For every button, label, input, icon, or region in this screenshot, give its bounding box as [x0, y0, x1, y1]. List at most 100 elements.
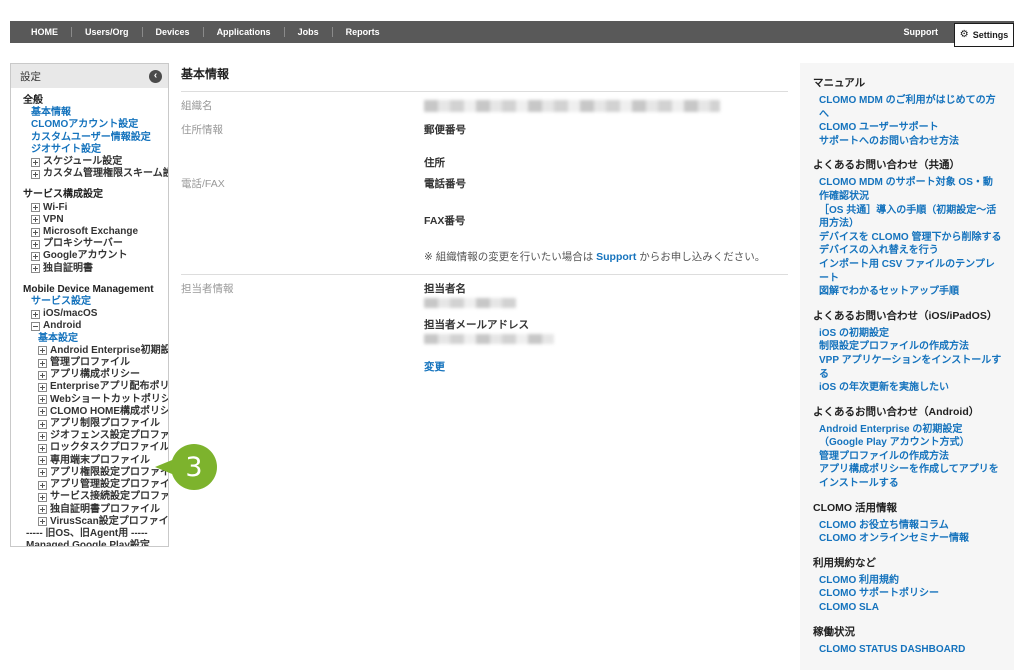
plus-box-icon[interactable] — [38, 419, 47, 429]
help-section: マニュアル CLOMO MDM のご利用がはじめての方へ CLOMO ユーザーサポー… — [813, 76, 1002, 148]
plus-box-icon[interactable] — [38, 358, 47, 368]
nav-item-reports[interactable]: Reports — [333, 27, 393, 37]
sidebar-item-item[interactable]: ジオサイト設定 — [11, 144, 168, 156]
sidebar-item-item[interactable]: カスタムユーザー情報設定 — [11, 132, 168, 144]
help-link-android-enterprise-google-play[interactable]: Android Enterprise の初期設定（Google Play アカウ… — [819, 423, 1002, 450]
plus-box-icon[interactable] — [38, 468, 47, 478]
plus-box-icon[interactable] — [31, 252, 40, 262]
sidebar-item-item[interactable]: 独自証明書プロファイル — [11, 504, 168, 516]
help-link-clomo[interactable]: CLOMO お役立ち情報コラム — [819, 519, 1002, 533]
redacted-org-name — [424, 100, 720, 112]
plus-box-icon[interactable] — [38, 505, 47, 515]
sidebar-collapse-button[interactable]: ‹ — [149, 69, 162, 83]
sidebar-item-item[interactable]: 基本設定 — [11, 333, 168, 345]
sidebar-item-item[interactable]: 専用端末プロファイル — [11, 455, 168, 467]
sidebar-item-item[interactable]: アプリ管理設定プロファイル — [11, 479, 168, 491]
help-link-ios[interactable]: iOS の年次更新を実施したい — [819, 381, 1002, 395]
plus-box-icon[interactable] — [31, 239, 40, 249]
plus-box-icon[interactable] — [31, 215, 40, 225]
settings-tab[interactable]: ⚙ Settings — [954, 23, 1014, 47]
plus-box-icon[interactable] — [31, 227, 40, 237]
help-link-item[interactable]: 図解でわかるセットアップ手順 — [819, 285, 1002, 299]
sidebar-item-item[interactable]: カスタム管理権限スキーム設定 — [11, 168, 168, 180]
plus-box-icon[interactable] — [31, 157, 40, 167]
plus-box-icon[interactable] — [38, 407, 47, 417]
plus-box-icon[interactable] — [38, 370, 47, 380]
sidebar-item-ios-macos[interactable]: iOS/macOS — [11, 308, 168, 320]
help-link-ios[interactable]: iOS の初期設定 — [819, 327, 1002, 341]
sidebar-item-managed-google-play[interactable]: Managed Google Play設定 — [11, 540, 168, 546]
sidebar-item-virusscan[interactable]: VirusScan設定プロファイル — [11, 516, 168, 528]
sidebar-item-item[interactable]: 管理プロファイル — [11, 357, 168, 369]
plus-box-icon[interactable] — [38, 431, 47, 441]
help-link-item[interactable]: 制限設定プロファイルの作成方法 — [819, 340, 1002, 354]
sidebar-item-wi-fi[interactable]: Wi-Fi — [11, 202, 168, 214]
help-link-os[interactable]: ［OS 共通］導入の手順（初期設定～活用方法） — [819, 204, 1002, 231]
minus-box-icon[interactable] — [31, 322, 40, 332]
plus-box-icon[interactable] — [38, 346, 47, 356]
sidebar-item-label: サービス設定 — [31, 296, 91, 308]
plus-box-icon[interactable] — [38, 480, 47, 490]
sidebar-item-item[interactable]: ロックタスクプロファイル — [11, 442, 168, 454]
sidebar-item-item[interactable]: アプリ構成ポリシー — [11, 369, 168, 381]
sidebar-item-item[interactable]: 基本情報 — [11, 107, 168, 119]
plus-box-icon[interactable] — [31, 169, 40, 179]
help-link-vpp[interactable]: VPP アプリケーションをインストールする — [819, 354, 1002, 381]
nav-item-home[interactable]: HOME — [18, 27, 71, 37]
help-link-clomo-status-dashboard[interactable]: CLOMO STATUS DASHBOARD — [819, 643, 1002, 657]
plus-box-icon[interactable] — [38, 456, 47, 466]
plus-box-icon[interactable] — [38, 444, 47, 454]
nav-item-jobs[interactable]: Jobs — [285, 27, 332, 37]
sidebar-header: 設定 ‹ — [11, 64, 168, 88]
support-note-link[interactable]: Support — [596, 251, 636, 263]
help-link-item[interactable]: サポートへのお問い合わせ方法 — [819, 135, 1002, 149]
sidebar-item-android[interactable]: Android — [11, 320, 168, 332]
sidebar-item-item[interactable]: サービス接続設定プロファイル — [11, 491, 168, 503]
nav-item-devices[interactable]: Devices — [143, 27, 203, 37]
help-link-clomo-mdm[interactable]: CLOMO MDM のご利用がはじめての方へ — [819, 94, 1002, 121]
help-link-clomo[interactable]: CLOMO サポートポリシー — [819, 587, 1002, 601]
sidebar-item-clomo[interactable]: CLOMOアカウント設定 — [11, 119, 168, 131]
plus-box-icon[interactable] — [31, 203, 40, 213]
sidebar-item-item[interactable]: スケジュール設定 — [11, 156, 168, 168]
sidebar-item-item[interactable]: アプリ権限設定プロファイル — [11, 467, 168, 479]
sidebar-item-android-enterprise[interactable]: Android Enterprise初期設定... — [11, 345, 168, 357]
plus-box-icon[interactable] — [38, 492, 47, 502]
nav-item-applications[interactable]: Applications — [204, 27, 284, 37]
help-section-header: よくあるお問い合わせ（Android） — [813, 405, 980, 418]
sidebar-item-item[interactable]: プロキシサーバー — [11, 238, 168, 250]
sidebar-item-microsoft-exchange[interactable]: Microsoft Exchange — [11, 226, 168, 238]
help-link-clomo-sla[interactable]: CLOMO SLA — [819, 601, 1002, 615]
help-link-item[interactable]: 管理プロファイルの作成方法 — [819, 450, 1002, 464]
sidebar-item-item[interactable]: ジオフェンス設定プロファイル — [11, 430, 168, 442]
sidebar-item-google[interactable]: Googleアカウント — [11, 250, 168, 262]
help-link-clomo-mdm-os[interactable]: CLOMO MDM のサポート対象 OS・動作確認状況 — [819, 176, 1002, 203]
help-link-item[interactable]: デバイスの入れ替えを行う — [819, 244, 1002, 258]
help-section-header: マニュアル — [813, 77, 866, 89]
sidebar-item-enterprise[interactable]: Enterpriseアプリ配布ポリシー — [11, 381, 168, 393]
help-link-clomo[interactable]: CLOMO ユーザーサポート — [819, 121, 1002, 135]
redacted-contact-email — [424, 334, 554, 344]
nav-item-users-org[interactable]: Users/Org — [72, 27, 142, 37]
sidebar-item-item[interactable]: 独自証明書 — [11, 263, 168, 275]
change-link[interactable]: 変更 — [424, 361, 445, 373]
plus-box-icon[interactable] — [38, 383, 47, 393]
sidebar-item-label: CLOMOアカウント設定 — [31, 119, 139, 131]
sidebar-item-item[interactable]: アプリ制限プロファイル — [11, 418, 168, 430]
sidebar-item-vpn[interactable]: VPN — [11, 214, 168, 226]
sidebar-item-label: VPN — [43, 213, 64, 225]
help-section-header: よくあるお問い合わせ（iOS/iPadOS） — [813, 309, 998, 322]
sidebar-item-web[interactable]: Webショートカットポリシー — [11, 394, 168, 406]
sidebar-item-clomo-home[interactable]: CLOMO HOME構成ポリシー — [11, 406, 168, 418]
help-link-clomo[interactable]: デバイスを CLOMO 管理下から削除する — [819, 231, 1002, 245]
plus-box-icon[interactable] — [38, 517, 47, 527]
help-link-csv[interactable]: インポート用 CSV ファイルのテンプレート — [819, 258, 1002, 285]
plus-box-icon[interactable] — [31, 264, 40, 274]
plus-box-icon[interactable] — [31, 309, 40, 319]
sidebar-item-item[interactable]: サービス設定 — [11, 296, 168, 308]
support-link[interactable]: Support — [904, 21, 939, 43]
help-link-item[interactable]: アプリ構成ポリシーを作成してアプリをインストールする — [819, 463, 1002, 490]
help-link-clomo[interactable]: CLOMO オンラインセミナー情報 — [819, 532, 1002, 546]
plus-box-icon[interactable] — [38, 395, 47, 405]
help-panel: マニュアル CLOMO MDM のご利用がはじめての方へ CLOMO ユーザーサポー… — [800, 63, 1014, 670]
